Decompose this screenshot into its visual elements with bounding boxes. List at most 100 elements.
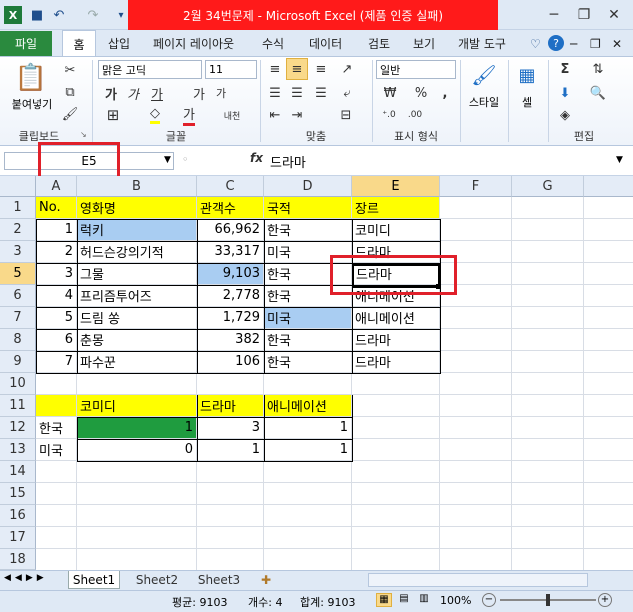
zoom-in-button[interactable]: + [598, 593, 612, 607]
sheet-tab-2[interactable]: Sheet2 [130, 571, 184, 589]
ribbon-minimize-icon[interactable]: ─ [570, 31, 577, 56]
table-header-cell[interactable]: No. [36, 197, 77, 219]
table-cell[interactable]: 미국 [264, 307, 352, 329]
row-header-selected[interactable]: 5 [0, 263, 36, 285]
column-header-b[interactable]: B [77, 176, 197, 197]
row-header[interactable]: 10 [0, 373, 36, 395]
copy-icon[interactable]: ⧉ [62, 84, 78, 100]
tab-review[interactable]: 검토 [368, 31, 390, 56]
sort-filter-icon[interactable]: ⇅ [586, 60, 610, 78]
tab-view[interactable]: 보기 [413, 31, 435, 56]
autosum-button[interactable]: Σ [556, 60, 574, 78]
table2-row-label[interactable]: 미국 [36, 439, 77, 461]
row-header[interactable]: 8 [0, 329, 36, 351]
table-cell[interactable]: 6 [36, 329, 77, 351]
normal-view-icon[interactable]: ▦ [376, 593, 392, 607]
ribbon-close-icon[interactable]: ✕ [612, 31, 622, 56]
name-box-dropdown-icon[interactable]: ▼ [164, 155, 171, 165]
styles-button[interactable]: 스타일 [462, 94, 506, 110]
row-header[interactable]: 1 [0, 197, 36, 219]
cells-button[interactable]: 셀 [508, 94, 546, 110]
styles-icon[interactable]: 🖌 [470, 60, 498, 90]
increase-decimal-icon[interactable]: ⁺.0 [378, 106, 400, 124]
row-header[interactable]: 18 [0, 549, 36, 570]
table2-corner-cell[interactable] [36, 395, 77, 417]
table-cell[interactable]: 2,778 [197, 285, 264, 307]
table-cell[interactable]: 66,962 [197, 219, 264, 241]
table-cell[interactable]: 3 [36, 263, 77, 285]
formula-expand-icon[interactable]: ▼ [616, 155, 623, 165]
select-all-button[interactable] [0, 176, 36, 197]
table2-row-label[interactable]: 한국 [36, 417, 77, 439]
table-cell[interactable]: 4 [36, 285, 77, 307]
tab-formulas[interactable]: 수식 [262, 31, 284, 56]
row-header[interactable]: 17 [0, 527, 36, 549]
align-right-icon[interactable]: ☰ [312, 84, 330, 102]
increase-indent-icon[interactable]: ⇥ [288, 106, 306, 124]
row-header[interactable]: 3 [0, 241, 36, 263]
minimize-ribbon-icon[interactable]: ♡ [530, 31, 541, 56]
table2-cell[interactable]: 1 [264, 417, 352, 439]
accounting-format-icon[interactable]: ₩ [378, 84, 402, 102]
merge-center-icon[interactable]: ⊟ [336, 106, 356, 124]
tab-page-layout[interactable]: 페이지 레이아웃 [153, 31, 234, 56]
table-cell[interactable]: 한국 [264, 219, 352, 241]
column-header-h[interactable] [584, 176, 633, 197]
table-cell[interactable]: 382 [197, 329, 264, 351]
font-color-button[interactable]: 가 [180, 106, 198, 126]
page-break-view-icon[interactable]: ▥ [416, 593, 432, 607]
paste-button[interactable]: 붙여넣기 [6, 96, 58, 112]
font-size-combo[interactable]: 11 [205, 60, 257, 79]
table-header-cell[interactable]: 영화명 [77, 197, 197, 219]
formula-input[interactable]: 드라마 [270, 151, 614, 171]
table2-cell[interactable]: 1 [77, 417, 197, 439]
bold-button[interactable]: 가 [102, 84, 120, 103]
clear-icon[interactable]: ◈ [556, 106, 574, 124]
table-cell[interactable]: 허드슨강의기적 [77, 241, 197, 263]
number-format-combo[interactable]: 일반 [376, 60, 456, 79]
table-cell[interactable]: 106 [197, 351, 264, 373]
table-cell[interactable]: 한국 [264, 329, 352, 351]
borders-icon[interactable]: ⊞ [104, 106, 122, 124]
redo-icon[interactable]: ↷ [84, 6, 102, 24]
sheet-tab-3[interactable]: Sheet3 [192, 571, 246, 589]
table-cell[interactable]: 9,103 [197, 263, 264, 285]
row-header[interactable]: 6 [0, 285, 36, 307]
phonetic-button[interactable]: 내천 [220, 106, 244, 124]
row-header[interactable]: 2 [0, 219, 36, 241]
column-header-c[interactable]: C [197, 176, 264, 197]
table-header-cell[interactable]: 국적 [264, 197, 352, 219]
table-cell[interactable]: 1,729 [197, 307, 264, 329]
table-cell[interactable]: 프리즘투어즈 [77, 285, 197, 307]
row-header[interactable]: 13 [0, 439, 36, 461]
table-cell[interactable]: 그물 [77, 263, 197, 285]
tab-insert[interactable]: 삽입 [108, 31, 130, 56]
cells-icon[interactable]: ▦ [514, 60, 540, 90]
column-header-g[interactable]: G [512, 176, 584, 197]
table-cell[interactable]: 2 [36, 241, 77, 263]
minimize-button[interactable]: ─ [540, 4, 568, 26]
table-cell[interactable]: 드라마 [352, 329, 440, 351]
table-cell[interactable]: 5 [36, 307, 77, 329]
table-cell[interactable]: 파수꾼 [77, 351, 197, 373]
sheet-tab-1[interactable]: Sheet1 [68, 571, 120, 589]
comma-button[interactable]: , [436, 84, 454, 102]
percent-button[interactable]: % [412, 84, 430, 102]
horizontal-scrollbar[interactable] [368, 573, 588, 587]
table-cell[interactable]: 드라마 [352, 351, 440, 373]
row-header[interactable]: 12 [0, 417, 36, 439]
page-layout-view-icon[interactable]: ▤ [396, 593, 412, 607]
column-header-f[interactable]: F [440, 176, 512, 197]
table-cell[interactable]: 럭키 [77, 219, 197, 241]
table-cell[interactable]: 코미디 [352, 219, 440, 241]
fx-button[interactable]: fx [250, 151, 263, 165]
fill-icon[interactable]: ⬇ [556, 84, 574, 102]
row-header[interactable]: 15 [0, 483, 36, 505]
table-cell[interactable]: 1 [36, 219, 77, 241]
column-header-e[interactable]: E [352, 176, 440, 197]
table2-header-cell[interactable]: 코미디 [77, 395, 197, 417]
zoom-level[interactable]: 100% [440, 594, 471, 607]
help-icon[interactable]: ? [548, 35, 564, 51]
clipboard-launcher-icon[interactable]: ↘ [80, 130, 87, 139]
sheet-nav-icons[interactable]: ◀◀▶▶ [4, 573, 48, 583]
